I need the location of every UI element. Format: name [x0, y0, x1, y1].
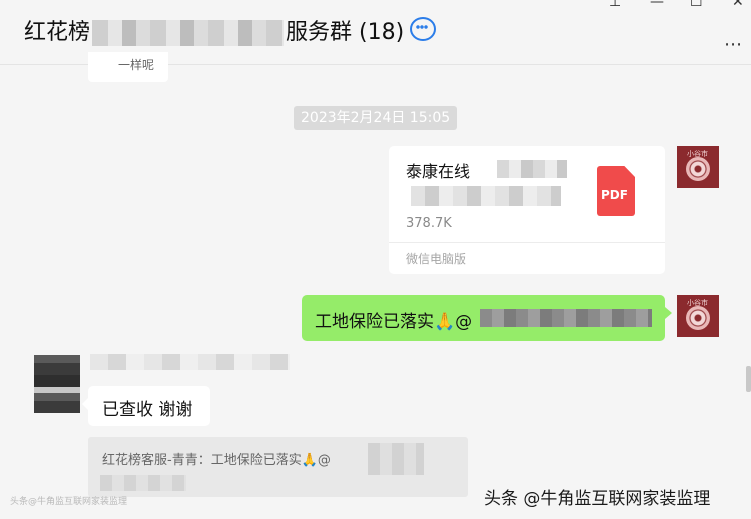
quoted-message-text: 红花榜客服-青青：工地保险已落实🙏@	[102, 453, 331, 468]
previous-message-text: 一样呢	[118, 58, 155, 72]
previous-message-bubble[interactable]: 一样呢	[88, 52, 168, 82]
watermark-small: 头条@牛角监互联网家装监理	[10, 497, 128, 507]
redacted-group-name	[92, 20, 285, 46]
redacted-file-name	[497, 160, 567, 178]
bubble-tail-left	[82, 398, 88, 410]
file-source-label: 微信电脑版	[406, 252, 467, 266]
redacted-sender-name	[90, 354, 290, 370]
pdf-label: PDF	[601, 188, 628, 202]
group-chat-icon[interactable]	[410, 17, 436, 41]
file-card-divider	[389, 242, 665, 243]
file-name: 泰康在线	[406, 162, 471, 181]
flower-logo-icon	[686, 157, 710, 181]
redacted-mention	[480, 309, 652, 327]
self-avatar[interactable]: 小谷市	[677, 146, 719, 188]
pdf-file-icon: PDF	[597, 166, 635, 216]
sender-avatar[interactable]	[34, 355, 80, 413]
chat-title-suffix: 服务群 (18)	[286, 20, 405, 45]
self-avatar-2[interactable]: 小谷市	[677, 295, 719, 337]
pin-icon[interactable]: ⊥	[609, 0, 621, 10]
chat-title[interactable]: 红花榜 服务群 (18)	[24, 14, 404, 46]
redacted-file-name-line2	[411, 186, 561, 206]
received-message-text: 已查收 谢谢	[102, 400, 193, 420]
chat-scrollbar[interactable]	[746, 366, 751, 392]
maximize-icon[interactable]: ☐	[690, 0, 703, 10]
sent-message-bubble[interactable]: 工地保险已落实🙏@	[302, 295, 672, 341]
close-icon[interactable]: ✕	[732, 0, 744, 10]
more-options-icon[interactable]: ⋯	[724, 34, 743, 55]
chat-title-prefix: 红花榜	[24, 20, 91, 45]
file-size: 378.7K	[406, 216, 452, 231]
bubble-tail	[665, 307, 672, 319]
redacted-quote-mention	[368, 443, 424, 475]
quoted-message[interactable]: 红花榜客服-青青：工地保险已落实🙏@	[88, 437, 468, 497]
watermark: 头条 @牛角监互联网家装监理	[484, 489, 711, 509]
received-message-bubble[interactable]: 已查收 谢谢	[82, 386, 210, 426]
file-message-card[interactable]: 泰康在线 378.7K PDF 微信电脑版	[389, 146, 665, 274]
minimize-icon[interactable]: —	[650, 0, 664, 10]
sent-message-text: 工地保险已落实🙏@	[315, 312, 473, 332]
redacted-quote-line2	[100, 475, 186, 491]
flower-logo-icon-2	[686, 306, 710, 330]
message-timestamp: 2023年2月24日 15:05	[294, 106, 458, 130]
